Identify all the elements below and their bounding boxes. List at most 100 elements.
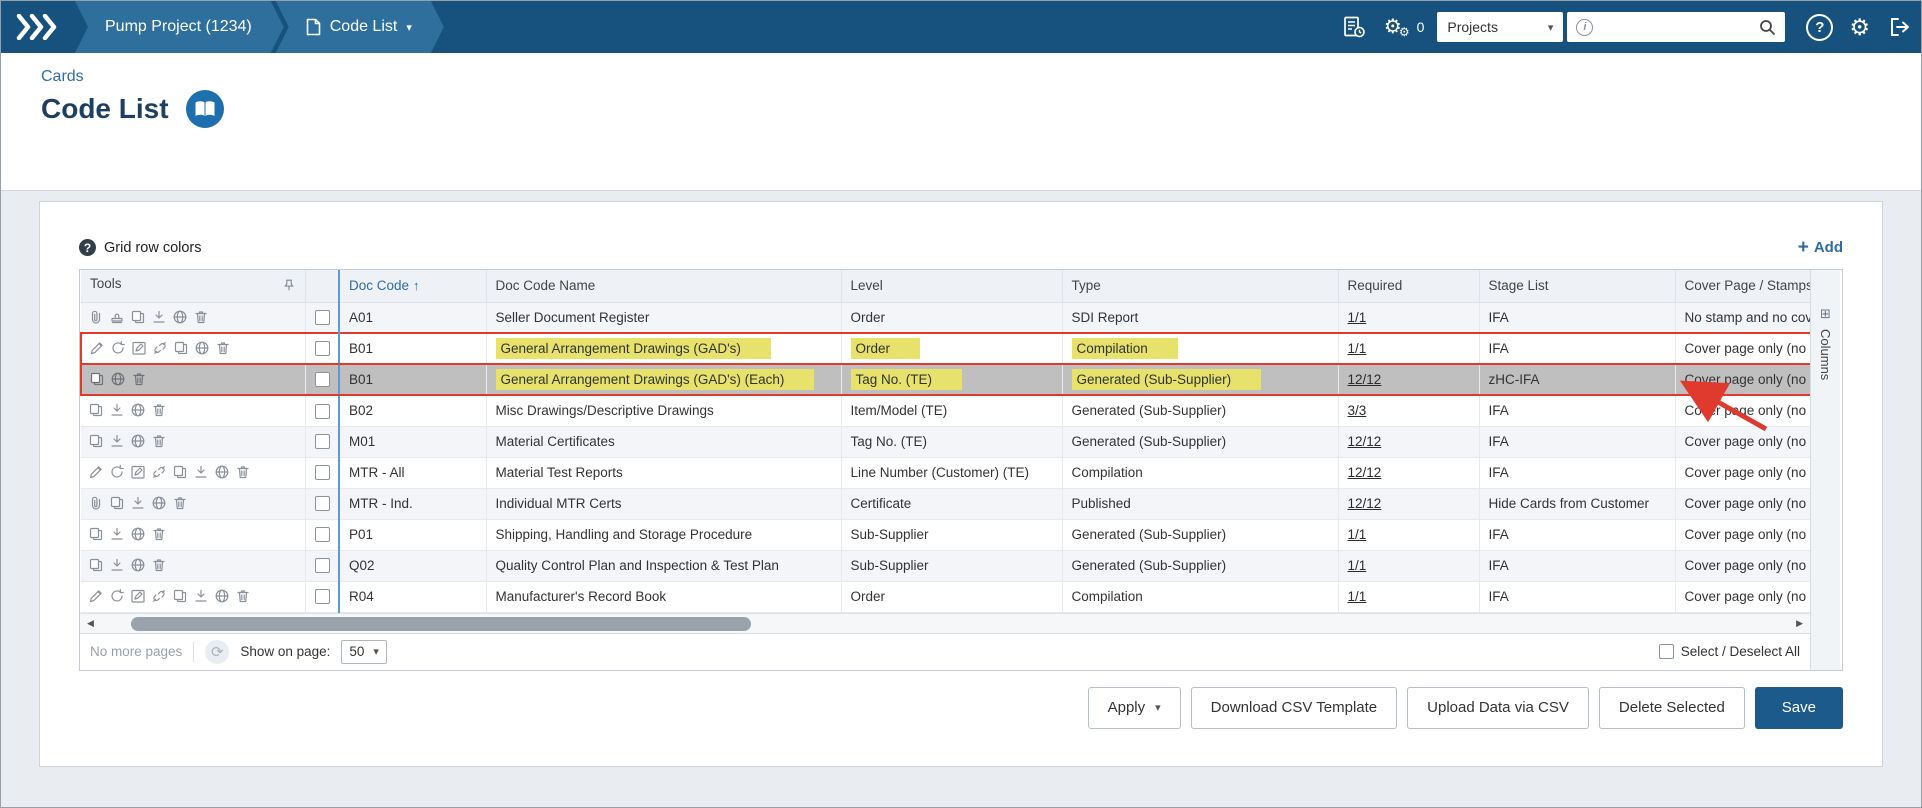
globe-icon[interactable]	[130, 557, 147, 574]
edit-box-icon[interactable]	[130, 464, 147, 481]
unlink-icon[interactable]	[151, 588, 168, 605]
apply-button[interactable]: Apply ▾	[1087, 686, 1181, 729]
columns-tab[interactable]: ⊞ Columns	[1810, 270, 1840, 670]
refresh-icon[interactable]	[110, 340, 127, 357]
row-checkbox[interactable]	[314, 403, 330, 419]
pencil-icon[interactable]	[88, 588, 105, 605]
copy-icon[interactable]	[172, 588, 189, 605]
edit-box-icon[interactable]	[130, 588, 147, 605]
copy-icon[interactable]	[173, 340, 190, 357]
required-link[interactable]: 12/12	[1348, 465, 1382, 480]
help-icon[interactable]: ?	[1806, 13, 1834, 41]
breadcrumb-project[interactable]: Pump Project (1234)	[75, 1, 284, 53]
delete-selected-button[interactable]: Delete Selected	[1598, 686, 1745, 729]
copy-icon[interactable]	[88, 557, 105, 574]
globe-icon[interactable]	[172, 309, 189, 326]
upload-data-via-csv-button[interactable]: Upload Data via CSV	[1407, 686, 1589, 729]
distribute-icon[interactable]	[109, 526, 126, 543]
pencil-icon[interactable]	[89, 340, 106, 357]
pencil-icon[interactable]	[88, 464, 105, 481]
search-input[interactable]	[1600, 18, 1753, 36]
required-link[interactable]: 12/12	[1348, 434, 1382, 449]
save-button[interactable]: Save	[1754, 686, 1843, 729]
row-checkbox[interactable]	[314, 527, 330, 543]
required-link[interactable]: 1/1	[1348, 589, 1367, 604]
globe-icon[interactable]	[151, 495, 168, 512]
distribute-icon[interactable]	[193, 588, 210, 605]
copy-icon[interactable]	[109, 495, 126, 512]
required-link[interactable]: 1/1	[1348, 527, 1367, 542]
distribute-icon[interactable]	[109, 402, 126, 419]
trash-icon[interactable]	[193, 309, 210, 326]
scroll-left-icon[interactable]: ◀	[80, 618, 101, 629]
globe-icon[interactable]	[130, 526, 147, 543]
refresh-icon[interactable]	[109, 588, 126, 605]
select-deselect-all[interactable]: Select / Deselect All	[1658, 644, 1800, 659]
book-icon[interactable]	[185, 89, 225, 129]
globe-icon[interactable]	[130, 402, 147, 419]
column-type[interactable]: Type	[1061, 270, 1339, 303]
copy-icon[interactable]	[88, 526, 105, 543]
required-link[interactable]: 1/1	[1348, 341, 1367, 356]
trash-icon[interactable]	[131, 371, 148, 388]
scrollbar-track[interactable]	[101, 614, 1789, 633]
required-link[interactable]: 12/12	[1348, 372, 1382, 387]
settings-gear-icon[interactable]: ⚙	[1840, 1, 1879, 53]
globe-icon[interactable]	[214, 588, 231, 605]
row-checkbox[interactable]	[314, 341, 330, 357]
report-log-icon[interactable]	[1333, 1, 1375, 53]
horizontal-scrollbar[interactable]: ◀ ▶	[80, 612, 1810, 633]
globe-icon[interactable]	[194, 340, 211, 357]
row-checkbox[interactable]	[314, 589, 330, 605]
paperclip-icon[interactable]	[88, 495, 105, 512]
globe-icon[interactable]	[214, 464, 231, 481]
app-logo-icon[interactable]	[1, 1, 83, 53]
logout-icon[interactable]	[1879, 1, 1921, 53]
info-icon[interactable]: i	[1576, 18, 1594, 36]
trash-icon[interactable]	[235, 464, 252, 481]
unlink-icon[interactable]	[152, 340, 169, 357]
copy-icon[interactable]	[172, 464, 189, 481]
column-doc-code[interactable]: Doc Code ↑	[338, 270, 487, 303]
trash-icon[interactable]	[151, 433, 168, 450]
required-link[interactable]: 3/3	[1348, 403, 1367, 418]
column-doc-code-name[interactable]: Doc Code Name	[485, 270, 842, 303]
row-checkbox[interactable]	[314, 372, 330, 388]
scroll-right-icon[interactable]: ▶	[1789, 618, 1810, 629]
column-stage-list[interactable]: Stage List	[1478, 270, 1676, 303]
row-checkbox[interactable]	[314, 496, 330, 512]
trash-icon[interactable]	[151, 402, 168, 419]
required-link[interactable]: 1/1	[1348, 558, 1367, 573]
unlink-icon[interactable]	[151, 464, 168, 481]
row-checkbox[interactable]	[314, 558, 330, 574]
copy-icon[interactable]	[88, 433, 105, 450]
scope-select[interactable]: Projects ▾	[1437, 12, 1564, 42]
pin-icon[interactable]	[282, 278, 296, 295]
distribute-icon[interactable]	[109, 557, 126, 574]
breadcrumb-code-list[interactable]: Code List ▾	[276, 1, 444, 53]
select-all-checkbox[interactable]	[1658, 644, 1674, 659]
edit-box-icon[interactable]	[131, 340, 148, 357]
page-size-select[interactable]: 50 ▾	[341, 639, 387, 664]
copy-icon[interactable]	[89, 371, 106, 388]
stamp-icon[interactable]	[109, 309, 126, 326]
distribute-icon[interactable]	[109, 433, 126, 450]
copy-icon[interactable]	[130, 309, 147, 326]
row-checkbox[interactable]	[314, 434, 330, 450]
add-button[interactable]: + Add	[1798, 238, 1843, 257]
refresh-icon[interactable]: ⟳	[205, 639, 230, 664]
distribute-icon[interactable]	[151, 309, 168, 326]
trash-icon[interactable]	[235, 588, 252, 605]
trash-icon[interactable]	[172, 495, 189, 512]
background-jobs-icon[interactable]: ⚙ ⚙ 0	[1375, 1, 1434, 53]
globe-icon[interactable]	[110, 371, 127, 388]
copy-icon[interactable]	[88, 402, 105, 419]
refresh-icon[interactable]	[109, 464, 126, 481]
row-checkbox[interactable]	[314, 465, 330, 481]
distribute-icon[interactable]	[193, 464, 210, 481]
search-icon[interactable]	[1759, 19, 1776, 36]
trash-icon[interactable]	[151, 526, 168, 543]
required-link[interactable]: 12/12	[1348, 496, 1382, 511]
grid-row-colors-help[interactable]: ? Grid row colors	[79, 239, 202, 256]
globe-icon[interactable]	[130, 433, 147, 450]
